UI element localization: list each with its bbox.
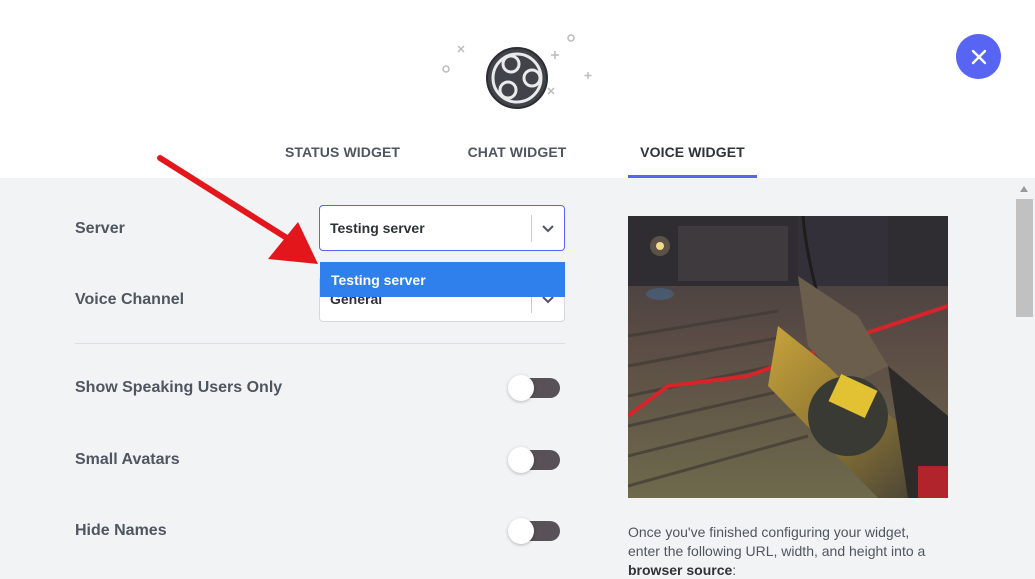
tab-voice-widget[interactable]: VOICE WIDGET: [628, 144, 757, 178]
widget-tabs: STATUS WIDGET CHAT WIDGET VOICE WIDGET: [0, 130, 1035, 178]
show-speaking-users-only-label: Show Speaking Users Only: [75, 379, 283, 396]
chevron-down-icon[interactable]: [540, 220, 556, 236]
scroll-up-arrow-icon[interactable]: [1020, 186, 1028, 192]
browser-source-instructions: Once you've finished configuring your wi…: [628, 523, 938, 579]
close-button[interactable]: [956, 34, 1001, 79]
obs-logo-icon: [442, 34, 592, 110]
game-scene-preview: [628, 216, 948, 498]
divider: [75, 343, 565, 344]
tab-chat-widget[interactable]: CHAT WIDGET: [452, 144, 582, 178]
toggle-knob: [508, 375, 534, 401]
hide-names-label: Hide Names: [75, 522, 167, 539]
obs-logo: [440, 30, 600, 120]
scrollbar-thumb[interactable]: [1016, 199, 1033, 317]
show-speaking-users-only-toggle[interactable]: [508, 375, 560, 401]
browser-source-emphasis: browser source: [628, 562, 733, 578]
widget-preview-image: [628, 216, 948, 498]
server-dropdown-menu: Testing server: [320, 262, 565, 297]
small-avatars-label: Small Avatars: [75, 451, 180, 468]
server-label: Server: [75, 220, 125, 237]
tab-status-widget[interactable]: STATUS WIDGET: [272, 144, 413, 178]
help-text-end: :: [732, 562, 737, 578]
select-separator: [531, 215, 532, 242]
hide-names-toggle[interactable]: [508, 518, 560, 544]
toggle-knob: [508, 447, 534, 473]
vertical-scrollbar[interactable]: [1016, 182, 1033, 579]
server-select[interactable]: Testing server: [319, 205, 565, 251]
close-icon: [971, 49, 986, 64]
dropdown-option-testing-server[interactable]: Testing server: [331, 272, 426, 288]
voice-channel-label: Voice Channel: [75, 291, 185, 308]
widget-header: STATUS WIDGET CHAT WIDGET VOICE WIDGET: [0, 0, 1035, 178]
help-text: Once you've finished configuring your wi…: [628, 524, 926, 559]
small-avatars-toggle[interactable]: [508, 447, 560, 473]
toggle-knob: [508, 518, 534, 544]
server-select-value: Testing server: [330, 220, 425, 236]
